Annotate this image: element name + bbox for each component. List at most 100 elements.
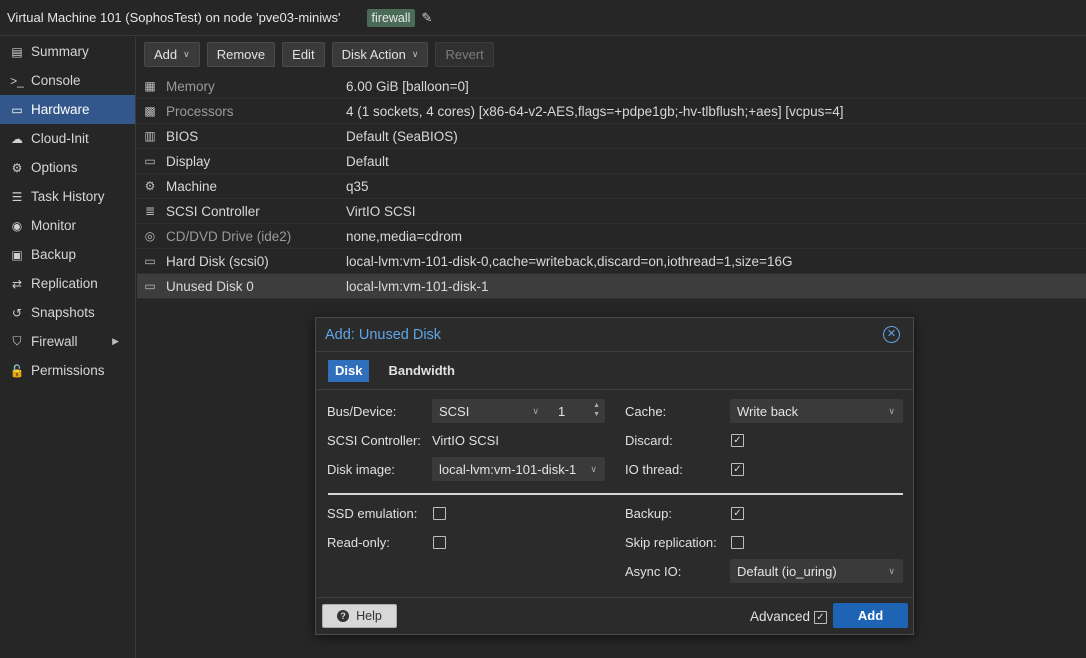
hardware-name: SCSI Controller: [166, 203, 260, 219]
hardware-value: Default: [346, 153, 389, 169]
sidebar-item-options[interactable]: ⚙ Options: [0, 153, 135, 182]
sidebar-item-console[interactable]: >_ Console: [0, 66, 135, 95]
dialog-header: Add: Unused Disk ✕: [316, 318, 913, 352]
tab-disk[interactable]: Disk: [328, 359, 370, 382]
hardware-value: 4 (1 sockets, 4 cores) [x86-64-v2-AES,fl…: [346, 103, 844, 119]
sidebar-item-replication[interactable]: ⇄ Replication: [0, 269, 135, 298]
table-row[interactable]: ▥ BIOS Default (SeaBIOS): [137, 124, 1086, 149]
backup-label: Backup:: [625, 506, 672, 521]
sidebar-item-firewall[interactable]: ⛉ Firewall ▶: [0, 327, 135, 356]
async-io-select[interactable]: Default (io_uring) ∨: [730, 559, 903, 583]
sidebar-item-hardware[interactable]: ▭ Hardware: [0, 95, 135, 124]
hardware-name: BIOS: [166, 128, 199, 144]
skip-replication-label: Skip replication:: [625, 535, 717, 550]
dialog-add-button[interactable]: Add: [833, 603, 908, 628]
stepper-arrows-icon[interactable]: ▲ ▼: [593, 401, 600, 419]
read-only-label: Read-only:: [327, 535, 390, 550]
revert-button[interactable]: Revert: [435, 41, 494, 67]
dialog-tabs: Disk Bandwidth: [316, 352, 913, 390]
add-button[interactable]: Add ∨: [144, 41, 200, 67]
ssd-emulation-checkbox[interactable]: [433, 507, 446, 520]
history-icon: ↺: [11, 305, 23, 320]
dialog-footer: ? Help Advanced ✓ Add: [316, 597, 913, 634]
hardware-value: none,media=cdrom: [346, 228, 462, 244]
hardware-value: 6.00 GiB [balloon=0]: [346, 78, 469, 94]
advanced-checkbox[interactable]: ✓: [814, 611, 827, 624]
skip-replication-checkbox[interactable]: [731, 536, 744, 549]
table-row[interactable]: ⚙ Machine q35: [137, 174, 1086, 199]
dialog-title: Add: Unused Disk: [325, 326, 442, 343]
tab-bandwidth[interactable]: Bandwidth: [381, 360, 461, 382]
sidebar-item-monitor[interactable]: ◉ Monitor: [0, 211, 135, 240]
sidebar-item-label: Summary: [31, 44, 89, 59]
hardware-name: Processors: [166, 103, 234, 119]
hardware-value: local-lvm:vm-101-disk-0,cache=writeback,…: [346, 253, 793, 269]
sidebar-item-snapshots[interactable]: ↺ Snapshots: [0, 298, 135, 327]
sidebar-item-backup[interactable]: ▣ Backup: [0, 240, 135, 269]
hardware-value: Default (SeaBIOS): [346, 128, 458, 144]
terminal-icon: >_: [10, 73, 24, 88]
io-thread-checkbox[interactable]: ✓: [731, 463, 744, 476]
expand-arrow-icon[interactable]: ▶: [112, 336, 119, 347]
firewall-tag[interactable]: firewall: [366, 8, 416, 27]
table-row[interactable]: ≣ SCSI Controller VirtIO SCSI: [137, 199, 1086, 224]
table-row[interactable]: ▭ Unused Disk 0 local-lvm:vm-101-disk-1: [137, 274, 1086, 299]
io-thread-label: IO thread:: [625, 462, 683, 477]
hardware-name: Hard Disk (scsi0): [166, 253, 269, 269]
cache-select-value: Write back: [737, 403, 799, 419]
cpu-icon: ▩: [144, 104, 156, 118]
async-io-label: Async IO:: [625, 564, 682, 579]
book-icon: ▤: [11, 44, 23, 59]
sidebar-item-permissions[interactable]: 🔓 Permissions: [0, 356, 135, 385]
disk-image-value: local-lvm:vm-101-disk-1: [439, 461, 577, 477]
remove-button[interactable]: Remove: [206, 41, 276, 67]
sidebar-item-task-history[interactable]: ☰ Task History: [0, 182, 135, 211]
table-row[interactable]: ▭ Display Default: [137, 149, 1086, 174]
read-only-checkbox[interactable]: [433, 536, 446, 549]
bus-device-label: Bus/Device:: [327, 404, 397, 419]
device-number-stepper[interactable]: 1 ▲ ▼: [540, 399, 605, 423]
bus-select-value: SCSI: [439, 403, 470, 419]
memory-icon: ▦: [144, 79, 156, 93]
desktop-icon: ▭: [144, 154, 156, 168]
close-icon[interactable]: ✕: [883, 326, 900, 343]
disk-image-select[interactable]: local-lvm:vm-101-disk-1 ∨: [432, 457, 605, 481]
page-header: Virtual Machine 101 (SophosTest) on node…: [0, 0, 1086, 36]
sidebar-item-cloud-init[interactable]: ☁ Cloud-Init: [0, 124, 135, 153]
sidebar-item-label: Cloud-Init: [31, 131, 89, 146]
chevron-down-icon: ∨: [411, 48, 419, 59]
table-row[interactable]: ◎ CD/DVD Drive (ide2) none,media=cdrom: [137, 224, 1086, 249]
table-row[interactable]: ▭ Hard Disk (scsi0) local-lvm:vm-101-disk-…: [137, 249, 1086, 274]
help-button[interactable]: ? Help: [322, 604, 397, 628]
sidebar-item-summary[interactable]: ▤ Summary: [0, 37, 135, 66]
cache-select[interactable]: Write back ∨: [730, 399, 903, 423]
hardware-name: Memory: [166, 78, 215, 94]
microchip-icon: ▥: [144, 129, 156, 143]
disk-action-button[interactable]: Disk Action ∨: [331, 41, 429, 67]
add-unused-disk-dialog: Add: Unused Disk ✕ Disk Bandwidth Bus/De…: [315, 317, 914, 635]
pencil-icon[interactable]: ✎: [421, 10, 432, 26]
bus-select[interactable]: SCSI ∨: [432, 399, 547, 423]
sidebar-item-label: Options: [31, 160, 78, 175]
vm-title: Virtual Machine 101 (SophosTest) on node…: [7, 10, 341, 25]
hardware-name: Unused Disk 0: [166, 278, 254, 294]
sidebar-item-label: Permissions: [31, 363, 105, 378]
discard-checkbox[interactable]: ✓: [731, 434, 744, 447]
hardware-name: Machine: [166, 178, 218, 194]
sidebar-item-label: Backup: [31, 247, 77, 262]
question-circle-icon: ?: [337, 610, 350, 622]
table-row[interactable]: ▦ Memory 6.00 GiB [balloon=0]: [137, 74, 1086, 99]
hardware-name: Display: [166, 153, 211, 169]
edit-button[interactable]: Edit: [282, 41, 325, 67]
save-icon: ▣: [11, 247, 23, 262]
scsi-controller-value: VirtIO SCSI: [432, 433, 499, 448]
table-row[interactable]: ▩ Processors 4 (1 sockets, 4 cores) [x86-6…: [137, 99, 1086, 124]
sidebar: ▤ Summary >_ Console ▭ Hardware ☁ Cloud-Init ⚙ Op…: [0, 37, 136, 658]
advanced-label: Advanced: [750, 609, 811, 624]
chevron-down-icon: ∨: [183, 48, 190, 59]
hardware-value: q35: [346, 178, 369, 194]
hardware-toolbar: Add ∨ Remove Edit Disk Action ∨ Revert: [137, 37, 1086, 71]
backup-checkbox[interactable]: ✓: [731, 507, 744, 520]
hardware-value: local-lvm:vm-101-disk-1: [346, 278, 489, 294]
shield-icon: ⛉: [12, 334, 22, 348]
